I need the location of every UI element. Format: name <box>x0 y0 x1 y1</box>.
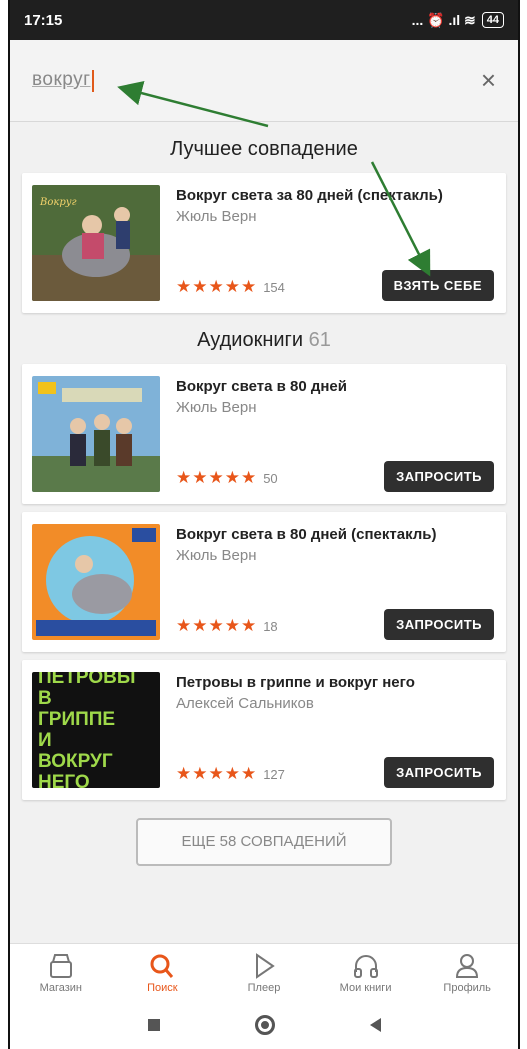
more-results-button[interactable]: ЕЩЕ 58 СОВПАДЕНИЙ <box>136 818 392 866</box>
audiobooks-heading: Аудиокниги 61 <box>10 313 518 364</box>
list-item[interactable]: ПЕТРОВЫ В ГРИППЕ И ВОКРУГ НЕГО Петровы в… <box>22 660 506 800</box>
status-icons: ... ⏰ .ıl ≋ 44 <box>412 12 504 29</box>
tab-label: Плеер <box>247 981 281 994</box>
book-author: Алексей Сальников <box>176 695 314 712</box>
cover-title: ПЕТРОВЫ В ГРИППЕ И ВОКРУГ НЕГО <box>38 672 136 788</box>
audiobooks-label: Аудиокниги <box>197 329 304 351</box>
tab-label: Поиск <box>147 981 178 994</box>
stars-icon: ★★★★★ <box>176 468 258 487</box>
status-time: 17:15 <box>24 11 63 29</box>
battery-icon: 44 <box>481 12 504 28</box>
best-match-card[interactable]: Вокруг Вокруг света за 80 дней (спектакл… <box>22 173 506 313</box>
stars-icon: ★★★★★ <box>176 764 258 783</box>
tab-label: Мои книги <box>339 981 392 994</box>
tab-label: Магазин <box>39 981 83 994</box>
home-icon[interactable] <box>254 1015 275 1035</box>
profile-icon <box>456 953 479 978</box>
list-item[interactable]: Вокруг света в 80 дней Жюль Верн ★★★★★ 5… <box>22 364 506 504</box>
request-button[interactable]: ЗАПРОСИТЬ <box>384 461 494 492</box>
headphones-icon <box>353 954 378 978</box>
status-indicators: ... ⏰ .ıl ≋ <box>411 11 476 28</box>
text-cursor <box>91 69 94 92</box>
search-query: вокруг <box>32 69 91 91</box>
rating: ★★★★★ 50 <box>176 468 278 488</box>
rating: ★★★★★ 18 <box>176 616 278 636</box>
tab-store[interactable]: Магазин <box>16 952 106 994</box>
rating-count: 50 <box>263 470 278 486</box>
stars-icon: ★★★★★ <box>176 277 258 296</box>
stars-icon: ★★★★★ <box>176 616 258 635</box>
rating: ★★★★★ 127 <box>176 764 285 784</box>
take-button[interactable]: ВЗЯТЬ СЕБЕ <box>381 270 494 301</box>
request-button[interactable]: ЗАПРОСИТЬ <box>384 757 494 788</box>
recent-apps-icon[interactable] <box>147 1019 160 1031</box>
audiobooks-count: 61 <box>308 329 331 351</box>
book-author: Жюль Верн <box>176 399 257 416</box>
tab-player[interactable]: Плеер <box>219 952 309 994</box>
rating-count: 154 <box>263 279 285 295</box>
best-match-heading: Лучшее совпадение <box>170 138 358 160</box>
book-cover <box>32 524 160 640</box>
book-title: Петровы в гриппе и вокруг него <box>176 674 415 691</box>
book-cover <box>32 376 160 492</box>
status-bar: 17:15 ... ⏰ .ıl ≋ 44 <box>10 0 518 40</box>
phone-screen: 17:15 ... ⏰ .ıl ≋ 44 вокруг × Лучшее сов… <box>8 0 520 1049</box>
search-input[interactable]: вокруг <box>32 69 94 92</box>
svg-text:Вокруг: Вокруг <box>39 197 77 208</box>
rating-count: 127 <box>263 766 285 782</box>
book-cover: Вокруг <box>32 185 160 301</box>
book-title: Вокруг света в 80 дней (спектакль) <box>176 526 437 543</box>
system-nav-bar <box>10 1001 518 1049</box>
book-title: Вокруг света в 80 дней <box>176 378 347 395</box>
search-icon <box>150 954 174 978</box>
rating: ★★★★★ 154 <box>176 277 285 297</box>
tab-profile[interactable]: Профиль <box>422 952 512 994</box>
rating-count: 18 <box>263 618 278 634</box>
bottom-tab-bar: Магазин Поиск Плеер Мои книги Профиль <box>10 943 518 1001</box>
book-cover: ПЕТРОВЫ В ГРИППЕ И ВОКРУГ НЕГО <box>32 672 160 788</box>
request-button[interactable]: ЗАПРОСИТЬ <box>384 609 494 640</box>
tab-my-books[interactable]: Мои книги <box>321 952 411 994</box>
play-icon <box>255 952 275 979</box>
book-author: Жюль Верн <box>176 208 257 225</box>
store-icon <box>49 953 72 978</box>
list-item[interactable]: Вокруг света в 80 дней (спектакль) Жюль … <box>22 512 506 652</box>
close-icon[interactable]: × <box>481 65 496 96</box>
tab-search[interactable]: Поиск <box>117 952 207 994</box>
search-bar: вокруг × <box>10 40 518 122</box>
tab-label: Профиль <box>443 981 491 994</box>
book-author: Жюль Верн <box>176 547 257 564</box>
back-icon[interactable] <box>369 1018 381 1032</box>
book-title: Вокруг света за 80 дней (спектакль) <box>176 187 443 204</box>
